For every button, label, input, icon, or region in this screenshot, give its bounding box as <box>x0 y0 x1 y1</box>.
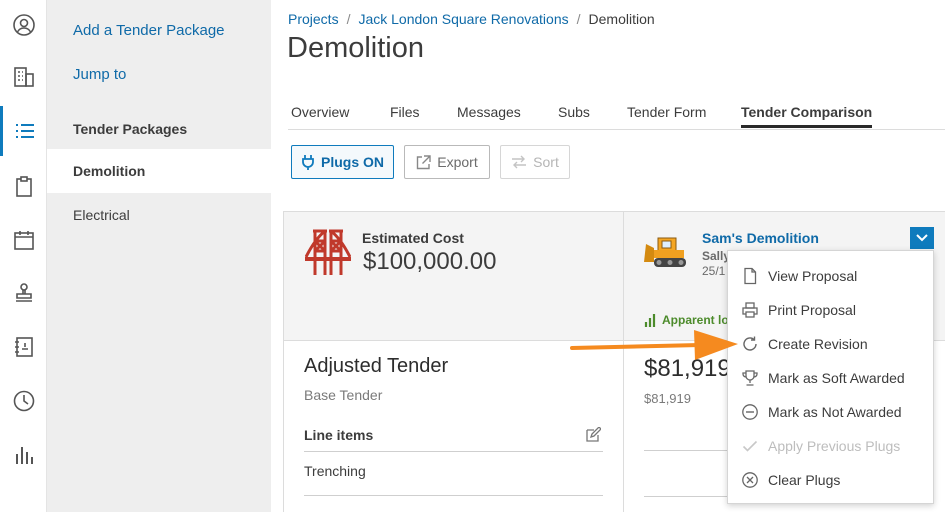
menu-item-create-revision[interactable]: Create Revision <box>728 327 933 361</box>
tender-packages-heading: Tender Packages <box>73 121 188 137</box>
vendor-contact: Sally <box>702 249 731 263</box>
check-icon <box>742 440 758 452</box>
line-item-row: Trenching <box>304 463 603 496</box>
breadcrumb-separator: / <box>346 11 351 27</box>
adjusted-tender-cell: Adjusted Tender Base Tender Line items T… <box>284 341 624 512</box>
sort-icon <box>512 155 527 169</box>
rail-clipboard[interactable] <box>0 162 47 212</box>
breadcrumb-current: Demolition <box>588 11 655 27</box>
minus-circle-icon <box>742 404 758 420</box>
row-divider <box>644 496 734 497</box>
document-icon <box>744 267 757 285</box>
vendor-amount: $81,919 <box>644 355 731 382</box>
menu-item-print-proposal[interactable]: Print Proposal <box>728 293 933 327</box>
clock-icon <box>13 390 34 412</box>
sort-button[interactable]: Sort <box>500 145 570 179</box>
row-divider <box>644 450 734 451</box>
vendor-menu-toggle[interactable] <box>910 227 934 249</box>
base-tender-label: Base Tender <box>304 387 383 403</box>
line-items-heading: Line items <box>304 427 374 443</box>
bulldozer-icon <box>644 237 686 267</box>
rail-calendar[interactable] <box>0 215 47 265</box>
breadcrumb: Projects / Jack London Square Renovations /… <box>288 11 655 27</box>
bar-chart-icon <box>15 447 33 464</box>
printer-icon <box>742 302 758 318</box>
user-circle-icon <box>12 14 35 36</box>
menu-item-label: Mark as Not Awarded <box>768 404 902 420</box>
menu-item-not-awarded[interactable]: Mark as Not Awarded <box>728 395 933 429</box>
plug-icon <box>302 155 314 170</box>
menu-item-label: Print Proposal <box>768 302 856 318</box>
jump-to-link[interactable]: Jump to <box>73 66 126 83</box>
line-items-header: Line items <box>304 427 603 452</box>
icon-rail <box>0 0 47 512</box>
rail-list[interactable] <box>0 106 47 156</box>
line-item-label: Trenching <box>304 463 366 479</box>
tab-tender-comparison[interactable]: Tender Comparison <box>741 104 873 128</box>
sidebar-item-label: Demolition <box>73 163 146 179</box>
refresh-icon <box>743 336 757 351</box>
estimated-cost-value: $100,000.00 <box>363 248 497 275</box>
breadcrumb-projects[interactable]: Projects <box>288 11 339 27</box>
signal-bars-icon <box>644 314 656 327</box>
rail-buildings[interactable] <box>0 52 47 102</box>
add-tender-package-link[interactable]: Add a Tender Package <box>73 22 225 39</box>
tab-tender-form[interactable]: Tender Form <box>627 104 706 120</box>
stamp-icon <box>15 283 32 302</box>
menu-item-label: Mark as Soft Awarded <box>768 370 905 386</box>
breadcrumb-project[interactable]: Jack London Square Renovations <box>358 11 568 27</box>
menu-item-label: Create Revision <box>768 336 868 352</box>
calendar-icon <box>13 231 34 250</box>
vendor-amount-sub: $81,919 <box>644 391 691 406</box>
rail-contacts[interactable] <box>0 322 47 372</box>
tab-subs[interactable]: Subs <box>558 104 590 120</box>
sidebar-item-electrical[interactable]: Electrical <box>47 193 271 237</box>
vendor-name-link[interactable]: Sam's Demolition <box>702 230 819 246</box>
rail-profile[interactable] <box>0 0 47 50</box>
tender-sidebar: Add a Tender Package Jump to Tender Pack… <box>47 0 271 512</box>
bridge-icon <box>305 229 351 275</box>
tab-messages[interactable]: Messages <box>457 104 521 120</box>
clipboard-icon <box>15 176 32 197</box>
menu-item-clear-plugs[interactable]: Clear Plugs <box>728 463 933 497</box>
export-label: Export <box>437 154 478 170</box>
building-icon <box>13 67 34 87</box>
rail-stamp[interactable] <box>0 268 47 318</box>
list-icon <box>16 124 34 138</box>
export-icon <box>417 154 431 169</box>
plugs-label: Plugs ON <box>320 154 384 170</box>
edit-icon[interactable] <box>585 427 601 443</box>
menu-item-label: Apply Previous Plugs <box>768 438 901 454</box>
page-title: Demolition <box>287 32 424 64</box>
export-button[interactable]: Export <box>404 145 490 179</box>
plugs-toggle-button[interactable]: Plugs ON <box>291 145 394 179</box>
x-circle-icon <box>742 472 758 488</box>
apparent-low-label: Apparent lo <box>662 313 729 327</box>
breadcrumb-separator: / <box>576 11 581 27</box>
rail-reports[interactable] <box>0 430 47 480</box>
menu-item-label: View Proposal <box>768 268 858 284</box>
sidebar-item-demolition[interactable]: Demolition <box>47 149 271 193</box>
address-book-icon <box>14 337 33 357</box>
vendor-actions-menu: View Proposal Print Proposal Create Revi… <box>727 250 934 504</box>
tab-overview[interactable]: Overview <box>291 104 349 120</box>
sidebar-item-label: Electrical <box>73 207 130 223</box>
rail-history[interactable] <box>0 376 47 426</box>
trophy-icon <box>742 370 758 386</box>
menu-item-soft-award[interactable]: Mark as Soft Awarded <box>728 361 933 395</box>
adjusted-tender-title: Adjusted Tender <box>304 355 449 377</box>
menu-item-view-proposal[interactable]: View Proposal <box>728 259 933 293</box>
estimated-cost-label: Estimated Cost <box>362 230 464 246</box>
chevron-down-icon <box>916 234 928 242</box>
sort-label: Sort <box>533 154 559 170</box>
tab-bar: Overview Files Messages Subs Tender Form… <box>288 100 945 130</box>
menu-item-label: Clear Plugs <box>768 472 841 488</box>
apparent-low-badge: Apparent lo <box>644 313 729 327</box>
menu-item-apply-previous-plugs[interactable]: Apply Previous Plugs <box>728 429 933 463</box>
tab-files[interactable]: Files <box>390 104 420 120</box>
vendor-date: 25/1 <box>702 264 726 278</box>
estimate-header-cell: Estimated Cost $100,000.00 <box>284 212 624 341</box>
